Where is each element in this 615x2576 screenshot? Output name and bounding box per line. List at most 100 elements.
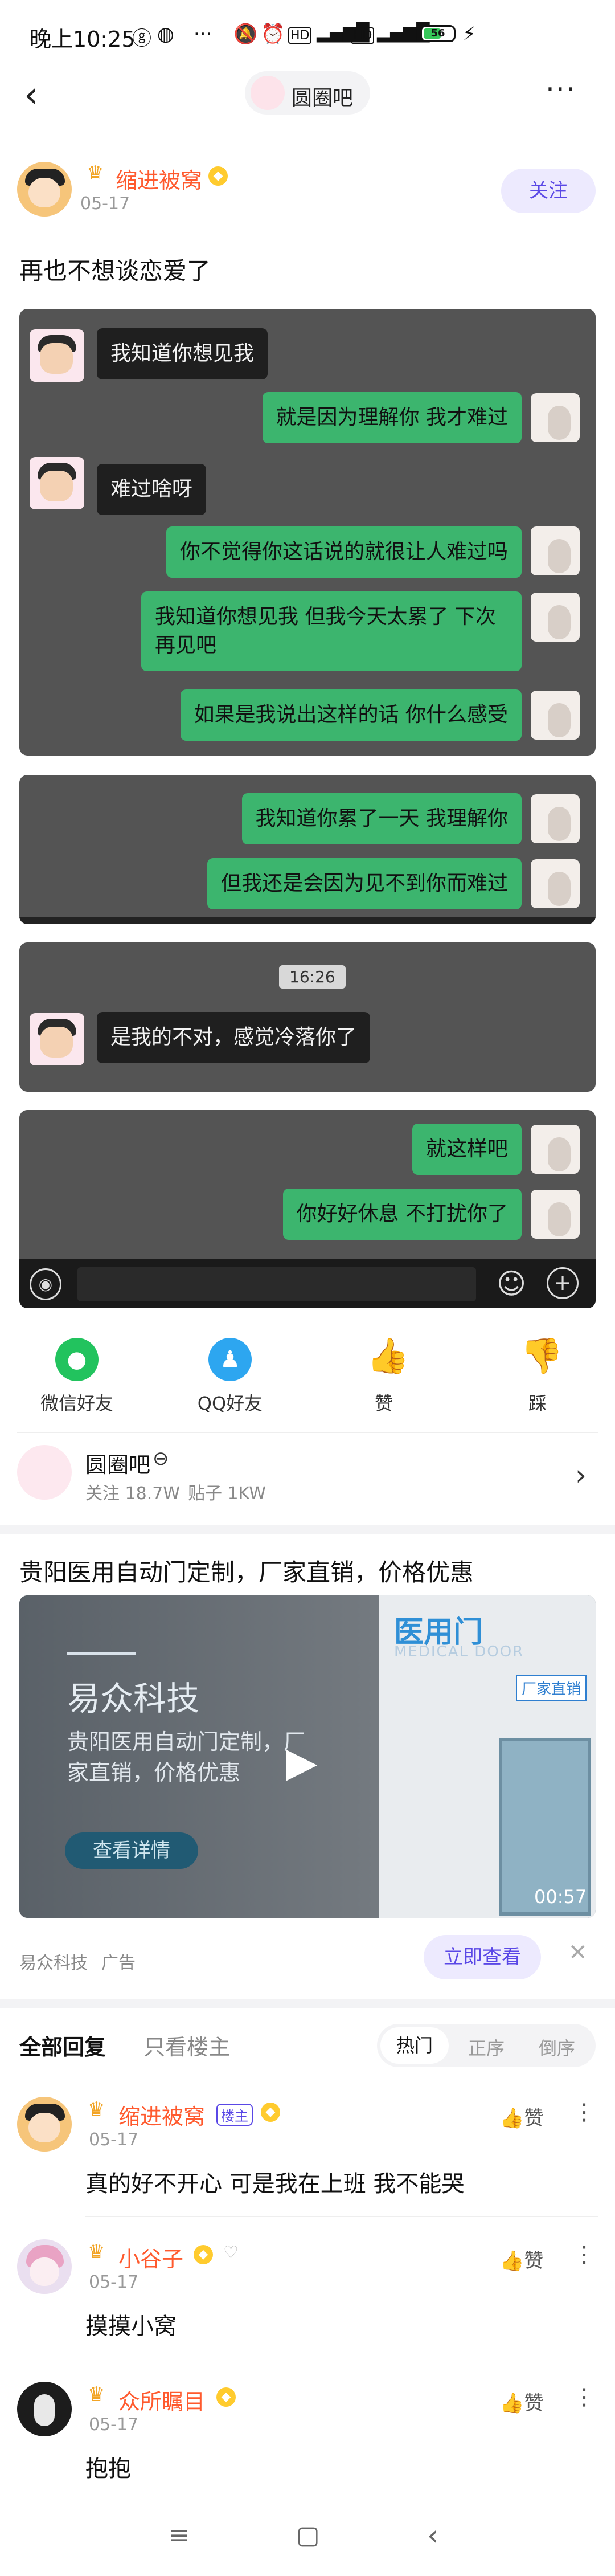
author-name[interactable]: 缩进被窝: [116, 163, 202, 194]
plus-icon: +: [547, 1267, 579, 1299]
ad-description: 贵阳医用自动门定制，厂家直销，价格优惠: [67, 1729, 306, 1785]
forum-card-name[interactable]: 圆圈吧: [85, 1447, 150, 1479]
qq-icon: ♟: [208, 1338, 252, 1381]
hd-icon: HD: [288, 27, 312, 44]
chat-avatar-right: [531, 1190, 580, 1239]
tab-all-replies[interactable]: 全部回复: [19, 2030, 106, 2061]
reply-author[interactable]: 小谷子: [118, 2242, 183, 2273]
chat-avatar-right: [531, 593, 580, 642]
system-nav-bar: ≡ ▢ ‹: [0, 2513, 615, 2576]
video-duration: 00:57: [534, 1886, 587, 1908]
avatar[interactable]: [17, 2382, 72, 2436]
chat-avatar-right: [531, 526, 580, 575]
forum-pill[interactable]: 圆圈吧: [245, 71, 370, 115]
sort-asc[interactable]: 正序: [468, 2034, 505, 2060]
like-label: 赞: [524, 2392, 544, 2415]
like-button[interactable]: 👍赞: [500, 2245, 543, 2273]
ad-detail-button[interactable]: 查看详情: [65, 1832, 198, 1869]
diamond-badge-icon: ◆: [261, 2103, 280, 2122]
chat-bubble: 我知道你想见我: [97, 328, 268, 379]
forum-card-posts: 贴子 1KW: [188, 1484, 266, 1504]
chat-timestamp: 16:26: [279, 965, 346, 989]
reply-text: 抱抱: [85, 2456, 131, 2482]
close-icon[interactable]: ✕: [568, 1940, 588, 1966]
chat-avatar-left: [30, 329, 84, 382]
wechat-icon: ●: [55, 1338, 99, 1381]
like-label: 赞: [374, 1393, 393, 1414]
divider: [85, 2216, 598, 2217]
chat-avatar-right: [531, 691, 580, 740]
mute-icon: 🔕: [233, 23, 258, 46]
sort-hot[interactable]: 热门: [380, 2027, 449, 2064]
share-qq-button[interactable]: ♟ QQ好友: [173, 1332, 287, 1418]
post-date: 05-17: [80, 194, 130, 214]
post-title: 再也不想谈恋爱了: [19, 257, 211, 285]
back-nav-icon[interactable]: ‹: [427, 2518, 439, 2553]
battery-level: 56: [430, 27, 445, 39]
like-post-button[interactable]: 👍 赞: [327, 1332, 441, 1418]
reply-item: ♛ 众所瞩目 ◆ 05-17 👍赞 ⋮ 抱抱: [0, 2370, 615, 2501]
ad-title[interactable]: 贵阳医用自动门定制，厂家直销，价格优惠: [19, 1553, 474, 1588]
ad-label: 广告: [101, 1953, 136, 1973]
chat-avatar-right: [531, 794, 580, 843]
chat-input-bar: ◉ ☺ +: [19, 1259, 596, 1308]
chat-screenshot[interactable]: 就这样吧 你好好休息 不打扰你了 ◉ ☺ +: [19, 1110, 596, 1308]
avatar[interactable]: [17, 2097, 72, 2152]
ad-view-now-button[interactable]: 立即查看: [424, 1935, 541, 1979]
like-button[interactable]: 👍赞: [500, 2103, 543, 2130]
ad-video[interactable]: 易众科技 贵阳医用自动门定制，厂家直销，价格优惠 查看详情 医用门 MEDICA…: [19, 1595, 596, 1918]
crown-icon: ♛: [88, 2098, 105, 2121]
more-options-icon[interactable]: ···: [546, 73, 576, 106]
reply-text: 摸摸小窝: [85, 2313, 177, 2340]
play-icon[interactable]: ▶: [286, 1738, 317, 1786]
avatar[interactable]: [17, 2239, 72, 2294]
diamond-badge-icon: ◆: [208, 166, 228, 186]
section-separator: [0, 1999, 615, 2008]
home-icon[interactable]: ▢: [296, 2521, 320, 2550]
heart-badge-icon: ♡: [223, 2243, 239, 2263]
chat-bubble: 你好好休息 不打扰你了: [282, 1189, 522, 1240]
more-vertical-icon[interactable]: ⋮: [573, 2242, 596, 2268]
more-vertical-icon[interactable]: ⋮: [573, 2384, 596, 2410]
reply-author[interactable]: 众所瞩目: [118, 2384, 205, 2415]
chat-screenshot[interactable]: 16:26 是我的不对，感觉冷落你了: [19, 942, 596, 1092]
diamond-badge-icon: ◆: [194, 2245, 213, 2264]
reply-item: ♛ 小谷子 ◆ ♡ 05-17 👍赞 ⋮ 摸摸小窝: [0, 2228, 615, 2359]
section-separator: [0, 1525, 615, 1534]
voice-icon: ◉: [30, 1268, 62, 1300]
status-bar: 晚上10:25 ⓖ ◍ ··· 🔕 ⏰ HD ▂▄▆█ HD ▂▄▆█ 56 ⚡: [0, 0, 615, 68]
chat-avatar-right: [531, 1125, 580, 1174]
share-row: ● 微信好友 ♟ QQ好友 👍 赞 👎 踩: [0, 1332, 615, 1418]
ad-door-tag: 厂家直销: [516, 1675, 587, 1701]
like-label: 赞: [524, 2250, 544, 2272]
share-wechat-button[interactable]: ● 微信好友: [20, 1332, 134, 1418]
chat-bubble: 我知道你累了一天 我理解你: [241, 793, 522, 844]
reply-author[interactable]: 缩进被窝: [118, 2099, 205, 2130]
forum-card-avatar[interactable]: [17, 1445, 72, 1500]
divider: [17, 1432, 598, 1433]
author-avatar[interactable]: [17, 162, 72, 217]
like-button[interactable]: 👍赞: [500, 2387, 543, 2415]
back-icon[interactable]: ‹: [24, 74, 39, 116]
charging-icon: ⚡: [462, 23, 476, 46]
menu-icon[interactable]: ≡: [169, 2521, 190, 2550]
chat-screenshot[interactable]: 我知道你想见我 就是因为理解你 我才难过 难过啥呀 你不觉得你这话说的就很让人难…: [19, 309, 596, 756]
ad-door-subtitle: MEDICAL DOOR: [394, 1643, 524, 1660]
chat-bubble: 我知道你想见我 但我今天太累了 下次再见吧: [141, 591, 522, 671]
ad-divider-line: [67, 1652, 136, 1655]
share-label: QQ好友: [197, 1393, 263, 1414]
emoji-icon: ☺: [497, 1267, 527, 1300]
chat-screenshot[interactable]: 我知道你累了一天 我理解你 但我还是会因为见不到你而难过: [19, 775, 596, 924]
thumbs-up-icon: 👍: [500, 2107, 524, 2130]
reply-text: 真的好不开心 可是我在上班 我不能哭: [85, 2171, 465, 2197]
chat-bubble: 但我还是会因为见不到你而难过: [207, 858, 522, 909]
chat-avatar-right: [531, 859, 580, 908]
more-vertical-icon[interactable]: ⋮: [573, 2099, 596, 2125]
dislike-post-button[interactable]: 👎 踩: [481, 1332, 594, 1418]
crown-icon: ♛: [88, 2240, 105, 2263]
chevron-right-icon[interactable]: ›: [575, 1459, 587, 1492]
sort-desc[interactable]: 倒序: [539, 2034, 575, 2060]
follow-button[interactable]: 关注: [501, 169, 596, 213]
chat-bubble: 就这样吧: [412, 1124, 522, 1175]
tab-only-op[interactable]: 只看楼主: [144, 2030, 230, 2061]
